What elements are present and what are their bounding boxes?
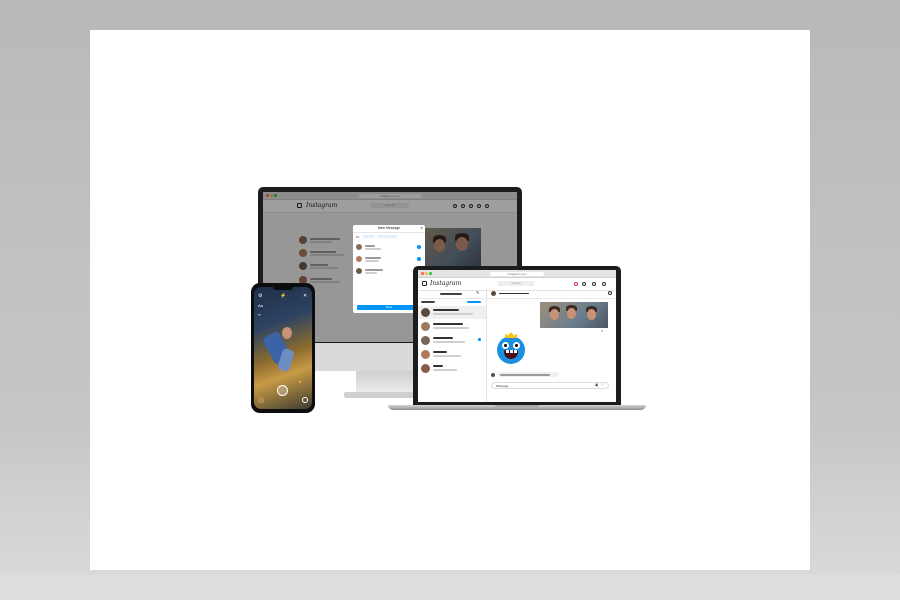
dialog-title: New Message [377, 226, 401, 230]
sticker-mouth [504, 350, 518, 359]
compose-icon[interactable]: ✎ [476, 290, 479, 295]
close-icon[interactable] [421, 272, 424, 275]
gallery-thumbnail[interactable] [258, 397, 264, 403]
phone-screen: ⚙ ⚡ ✕ Aa ∞ ★ [254, 287, 312, 409]
minimize-icon[interactable] [425, 272, 428, 275]
thread-name [433, 323, 463, 325]
avatar [421, 364, 430, 373]
shutter-button[interactable] [277, 385, 288, 396]
reaction-icon: ♥ [601, 329, 603, 333]
recipient-handle [365, 272, 377, 274]
phone-notch [273, 287, 293, 290]
thread-preview [433, 369, 457, 371]
recipient-chip[interactable] [377, 234, 397, 238]
photo-person [550, 309, 559, 320]
photo-person [587, 309, 596, 320]
recipient-row[interactable] [356, 244, 422, 255]
avatar [491, 291, 496, 296]
floor-shadow [0, 575, 900, 600]
flash-icon[interactable]: ⚡ [280, 294, 286, 299]
search-input[interactable]: Search [498, 281, 534, 286]
image-upload-icon[interactable]: ▣ [595, 383, 598, 387]
browser-toolbar: instagram.com [418, 270, 616, 278]
incoming-message[interactable] [497, 372, 559, 377]
list-item[interactable] [418, 306, 486, 319]
recipient-handle [365, 260, 379, 262]
chat-header [487, 289, 616, 299]
inbox-account-name[interactable] [440, 293, 462, 295]
laptop-notch [495, 405, 539, 407]
avatar [356, 268, 362, 274]
thread-preview [433, 355, 461, 357]
recipient-name [365, 257, 381, 259]
address-bar[interactable]: instagram.com [490, 271, 544, 276]
list-item[interactable] [418, 348, 486, 361]
shared-photo[interactable] [540, 302, 608, 328]
recipient-chip[interactable] [363, 234, 375, 238]
avatar [421, 336, 430, 345]
instagram-logo-icon[interactable] [422, 281, 427, 286]
list-item[interactable] [418, 334, 486, 347]
text-tool-icon[interactable]: Aa [258, 303, 263, 308]
unread-dot [478, 338, 481, 341]
tab-primary[interactable] [421, 301, 435, 303]
thread-preview [433, 313, 473, 315]
heart-icon[interactable]: ♡ [601, 383, 604, 387]
avatar [356, 256, 362, 262]
thread-name [433, 351, 447, 353]
thread-preview [433, 341, 465, 343]
selected-checkbox[interactable] [417, 257, 421, 261]
sticker-eye [513, 342, 520, 349]
laptop-screen: instagram.com Instagram Search ✎ ♥ Messa… [418, 270, 616, 402]
inbox-sidebar: ✎ [418, 289, 487, 402]
message-input[interactable]: Message... [491, 382, 609, 389]
next-button[interactable]: Next [357, 305, 421, 310]
inbox-tabs [421, 300, 483, 304]
photo-person [567, 308, 576, 319]
thread-name [433, 365, 443, 367]
to-label: To: [356, 235, 360, 239]
avatar [356, 244, 362, 250]
thread-name [433, 337, 453, 339]
explore-icon[interactable] [582, 282, 586, 286]
direct-icon[interactable] [574, 282, 578, 286]
sticker-text: ★ [298, 379, 302, 384]
message-text [500, 374, 550, 376]
list-item[interactable] [418, 362, 486, 375]
avatar [421, 308, 430, 317]
avatar [421, 322, 430, 331]
crown-icon [505, 332, 517, 338]
thread-preview [433, 327, 469, 329]
recipient-handle [365, 248, 381, 250]
sticker[interactable] [497, 332, 525, 364]
boomerang-icon[interactable]: ∞ [258, 312, 261, 317]
photo-person [282, 327, 292, 339]
profile-icon[interactable] [602, 282, 606, 286]
monitor-stand [356, 371, 420, 393]
recipient-row[interactable] [356, 256, 422, 267]
sticker-eye [502, 342, 509, 349]
avatar [421, 350, 430, 359]
chat-title[interactable] [499, 292, 529, 294]
avatar [491, 373, 495, 377]
switch-camera-icon[interactable] [302, 397, 308, 403]
recipient-name [365, 245, 375, 247]
thread-name [433, 309, 459, 311]
info-icon[interactable] [608, 291, 612, 295]
list-item[interactable] [418, 320, 486, 333]
close-icon[interactable]: ✕ [303, 294, 307, 299]
activity-icon[interactable] [592, 282, 596, 286]
inbox-header: ✎ [418, 289, 486, 299]
settings-icon[interactable]: ⚙ [258, 294, 262, 299]
divider [353, 232, 425, 233]
tab-requests[interactable] [467, 301, 481, 303]
recipient-name [365, 269, 383, 271]
close-icon[interactable]: ✕ [420, 226, 423, 230]
instagram-wordmark[interactable]: Instagram [430, 280, 461, 287]
selected-checkbox[interactable] [417, 245, 421, 249]
maximize-icon[interactable] [429, 272, 432, 275]
